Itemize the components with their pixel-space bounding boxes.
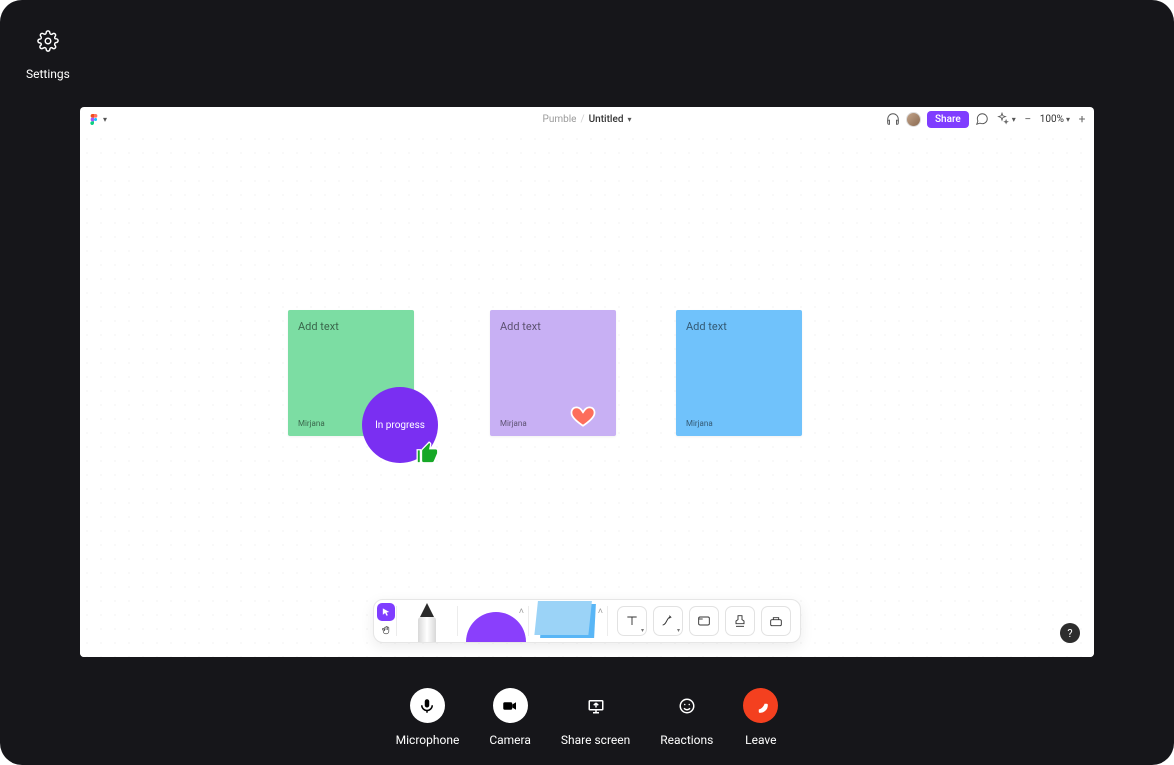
figma-menu-icon[interactable]: [88, 114, 99, 125]
share-screen-button[interactable]: Share screen: [561, 688, 630, 747]
sparkle-icon[interactable]: [995, 112, 1009, 126]
share-screen-label: Share screen: [561, 733, 630, 747]
chevron-up-icon[interactable]: ˄: [598, 606, 603, 617]
sticky-placeholder: Add text: [686, 320, 792, 333]
reactions-label: Reactions: [660, 733, 713, 747]
help-label: ?: [1067, 627, 1072, 640]
heart-icon: [569, 403, 597, 433]
avatar[interactable]: [906, 112, 921, 127]
sticky-placeholder: Add text: [500, 320, 606, 333]
camera-label: Camera: [489, 733, 531, 747]
chevron-down-icon[interactable]: ▾: [1012, 115, 1016, 124]
sticky-tool[interactable]: ˄: [529, 600, 607, 642]
gear-icon: [37, 30, 59, 56]
progress-label: In progress: [375, 420, 425, 431]
settings-button[interactable]: Settings: [26, 30, 70, 81]
thumbs-up-icon: [415, 440, 441, 469]
headphones-icon[interactable]: [886, 112, 900, 126]
sticky-note[interactable]: Add text Mirjana: [490, 310, 616, 436]
zoom-out-button[interactable]: −: [1022, 112, 1034, 126]
section-tool[interactable]: [689, 606, 719, 636]
chevron-down-icon[interactable]: ▾: [627, 115, 631, 124]
progress-badge[interactable]: In progress: [362, 387, 438, 463]
zoom-in-button[interactable]: +: [1076, 112, 1088, 126]
sticky-placeholder: Add text: [298, 320, 404, 333]
text-tool[interactable]: ▾: [617, 606, 647, 636]
stamp-tool[interactable]: [725, 606, 755, 636]
share-screen-icon: [578, 688, 613, 723]
microphone-icon: [410, 688, 445, 723]
leave-button[interactable]: Leave: [743, 688, 778, 747]
chevron-up-icon[interactable]: ˄: [519, 606, 524, 617]
shape-tool[interactable]: ˄: [458, 600, 528, 642]
breadcrumb-workspace: Pumble: [543, 114, 577, 125]
help-button[interactable]: ?: [1060, 623, 1080, 643]
zoom-value: 100%: [1040, 114, 1064, 125]
zoom-level[interactable]: 100% ▾: [1040, 114, 1070, 125]
leave-label: Leave: [745, 733, 776, 747]
reactions-button[interactable]: Reactions: [660, 688, 713, 747]
pointer-tool[interactable]: [377, 603, 395, 621]
widgets-tool[interactable]: [761, 606, 791, 636]
chevron-down-icon: ▾: [1066, 115, 1070, 124]
breadcrumb-separator: /: [580, 114, 584, 125]
pen-tool[interactable]: [397, 600, 457, 642]
hand-tool[interactable]: [377, 621, 395, 639]
canvas[interactable]: Add text Mirjana In progress Add text Mi…: [80, 132, 1094, 657]
camera-icon: [493, 688, 528, 723]
board-top-bar: ▾ Pumble / Untitled ▾ Share: [80, 107, 1094, 132]
call-controls: Microphone Camera Share screen Reactions…: [0, 688, 1174, 747]
connector-tool[interactable]: ▾: [653, 606, 683, 636]
chevron-down-icon[interactable]: ▾: [103, 115, 107, 124]
share-button[interactable]: Share: [927, 111, 969, 128]
microphone-button[interactable]: Microphone: [396, 688, 460, 747]
breadcrumb[interactable]: Pumble / Untitled ▾: [543, 114, 632, 125]
app-frame: Settings ▾ Pumble / U: [0, 0, 1174, 765]
breadcrumb-file: Untitled: [589, 114, 624, 125]
tool-dock: ˄ ˄ ▾ ▾: [373, 599, 801, 643]
camera-button[interactable]: Camera: [489, 688, 531, 747]
sticky-author: Mirjana: [686, 419, 792, 428]
microphone-label: Microphone: [396, 733, 460, 747]
chat-icon[interactable]: [975, 112, 989, 126]
settings-label: Settings: [26, 67, 70, 81]
leave-icon: [743, 688, 778, 723]
sticky-note[interactable]: Add text Mirjana: [676, 310, 802, 436]
whiteboard-window: ▾ Pumble / Untitled ▾ Share: [80, 107, 1094, 657]
reactions-icon: [669, 688, 704, 723]
